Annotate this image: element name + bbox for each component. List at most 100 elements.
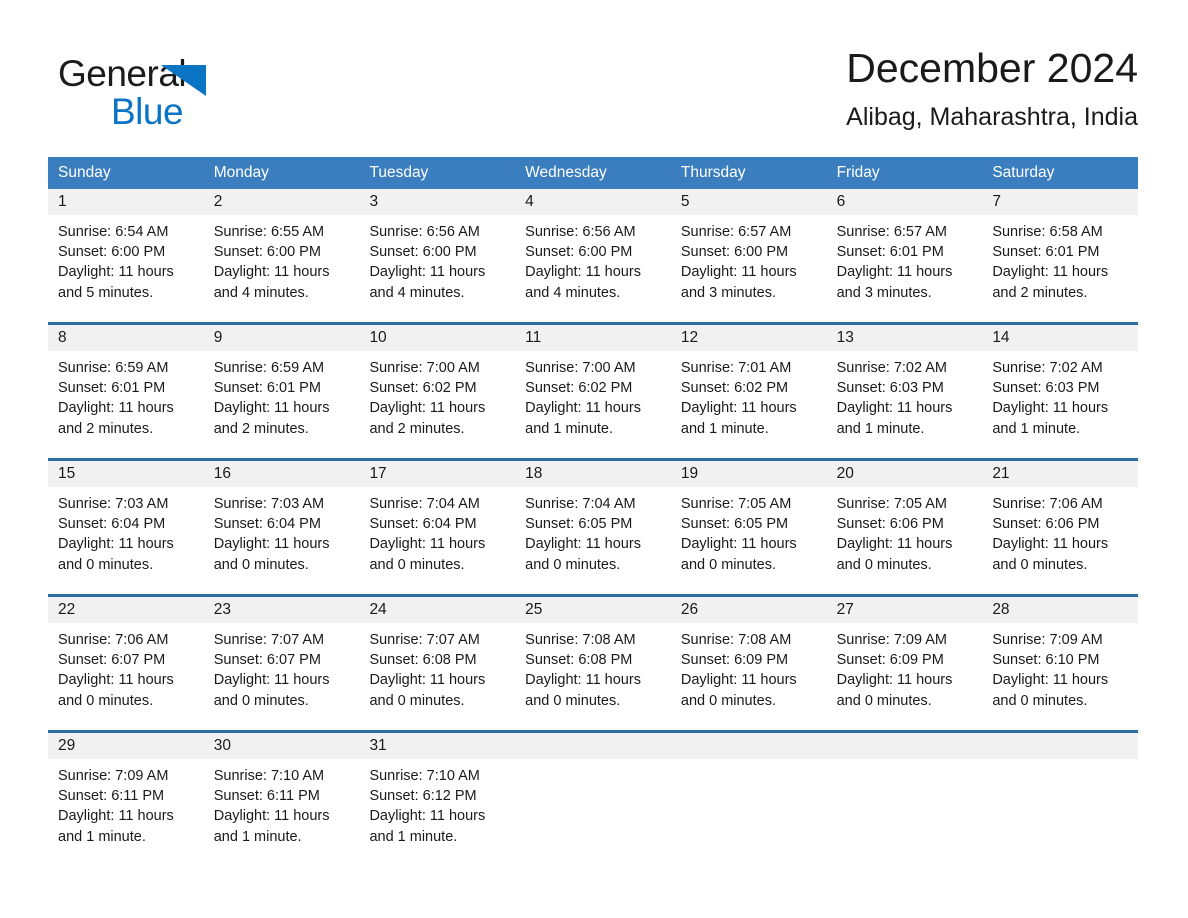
calendar-day-cell-28[interactable]: 28 Sunrise: 7:09 AM Sunset: 6:10 PM Dayl… <box>982 597 1139 721</box>
day-number: 6 <box>826 189 983 215</box>
calendar-day-cell-27[interactable]: 27 Sunrise: 7:09 AM Sunset: 6:09 PM Dayl… <box>826 597 983 721</box>
calendar-day-cell-16[interactable]: 16 Sunrise: 7:03 AM Sunset: 6:04 PM Dayl… <box>203 461 360 585</box>
calendar-day-cell-31[interactable]: 31 Sunrise: 7:10 AM Sunset: 6:12 PM Dayl… <box>359 733 516 857</box>
sunrise-text: Sunrise: 6:59 AM <box>58 360 169 376</box>
calendar-day-cell-12[interactable]: 12 Sunrise: 7:01 AM Sunset: 6:02 PM Dayl… <box>670 325 827 449</box>
daylight-text: Daylight: 11 hours and 1 minute. <box>213 808 330 845</box>
day-number: 7 <box>982 189 1139 215</box>
sunset-text: Sunset: 6:06 PM <box>992 516 1100 533</box>
calendar-day-cell-6[interactable]: 6 Sunrise: 6:57 AM Sunset: 6:01 PM Dayli… <box>826 189 983 313</box>
calendar-day-cell-10[interactable]: 10 Sunrise: 7:00 AM Sunset: 6:02 PM Dayl… <box>359 325 516 449</box>
calendar-day-cell-17[interactable]: 17 Sunrise: 7:04 AM Sunset: 6:04 PM Dayl… <box>359 461 516 585</box>
calendar-day-cell-25[interactable]: 25 Sunrise: 7:08 AM Sunset: 6:08 PM Dayl… <box>515 597 671 721</box>
day-number: 19 <box>670 461 827 487</box>
sunset-text: Sunset: 6:08 PM <box>525 652 633 669</box>
sunrise-text: Sunrise: 7:06 AM <box>992 496 1103 512</box>
calendar-day-cell-26[interactable]: 26 Sunrise: 7:08 AM Sunset: 6:09 PM Dayl… <box>670 597 827 721</box>
calendar-day-cell-8[interactable]: 8 Sunrise: 6:59 AM Sunset: 6:01 PM Dayli… <box>48 325 204 449</box>
daylight-text: Daylight: 11 hours and 4 minutes. <box>369 264 486 301</box>
title-block: December 2024 Alibag, Maharashtra, India <box>846 42 1138 134</box>
sunset-text: Sunset: 6:05 PM <box>680 516 789 533</box>
daylight-text: Daylight: 11 hours and 0 minutes. <box>213 536 330 573</box>
day-details: Sunrise: 7:09 AM Sunset: 6:10 PM Dayligh… <box>982 623 1138 711</box>
calendar-grid: Sunday Monday Tuesday Wednesday Thursday… <box>48 157 1139 857</box>
sunrise-text: Sunrise: 7:00 AM <box>525 360 636 376</box>
weekday-saturday: Saturday <box>992 164 1055 181</box>
calendar-day-cell-9[interactable]: 9 Sunrise: 6:59 AM Sunset: 6:01 PM Dayli… <box>203 325 360 449</box>
weekday-friday: Friday <box>836 164 880 181</box>
day-number <box>826 733 983 759</box>
calendar-day-cell-1[interactable]: 1 Sunrise: 6:54 AM Sunset: 6:00 PM Dayli… <box>48 189 204 313</box>
sunset-text: Sunset: 6:00 PM <box>525 244 633 261</box>
calendar-day-cell-21[interactable]: 21 Sunrise: 7:06 AM Sunset: 6:06 PM Dayl… <box>982 461 1139 585</box>
sunset-text: Sunset: 6:09 PM <box>680 652 789 669</box>
daylight-text: Daylight: 11 hours and 0 minutes. <box>680 536 797 573</box>
day-details: Sunrise: 7:07 AM Sunset: 6:08 PM Dayligh… <box>359 623 515 711</box>
daylight-text: Daylight: 11 hours and 5 minutes. <box>58 264 174 301</box>
calendar-day-cell-18[interactable]: 18 Sunrise: 7:04 AM Sunset: 6:05 PM Dayl… <box>515 461 671 585</box>
calendar-week-row-4: 22 Sunrise: 7:06 AM Sunset: 6:07 PM Dayl… <box>48 594 1139 721</box>
page-title: December 2024 <box>846 45 1138 91</box>
brand-logo[interactable]: General Blue <box>58 52 318 138</box>
sunset-text: Sunset: 6:00 PM <box>680 244 789 261</box>
day-details <box>671 759 827 766</box>
sunrise-text: Sunrise: 6:57 AM <box>836 224 948 240</box>
calendar-day-cell-4[interactable]: 4 Sunrise: 6:56 AM Sunset: 6:00 PM Dayli… <box>515 189 671 313</box>
day-number: 3 <box>359 189 516 215</box>
weekday-monday: Monday <box>213 164 269 181</box>
calendar-day-cell-23[interactable]: 23 Sunrise: 7:07 AM Sunset: 6:07 PM Dayl… <box>203 597 360 721</box>
calendar-day-cell-30[interactable]: 30 Sunrise: 7:10 AM Sunset: 6:11 PM Dayl… <box>203 733 360 857</box>
day-details: Sunrise: 7:05 AM Sunset: 6:05 PM Dayligh… <box>671 487 827 575</box>
day-details: Sunrise: 7:06 AM Sunset: 6:07 PM Dayligh… <box>48 623 204 711</box>
calendar-day-cell-24[interactable]: 24 Sunrise: 7:07 AM Sunset: 6:08 PM Dayl… <box>359 597 516 721</box>
calendar-day-cell-20[interactable]: 20 Sunrise: 7:05 AM Sunset: 6:06 PM Dayl… <box>826 461 983 585</box>
day-details: Sunrise: 7:07 AM Sunset: 6:07 PM Dayligh… <box>204 623 360 711</box>
sunset-text: Sunset: 6:02 PM <box>525 380 633 397</box>
day-details: Sunrise: 7:04 AM Sunset: 6:05 PM Dayligh… <box>515 487 671 575</box>
day-number: 8 <box>48 325 204 351</box>
day-number: 21 <box>982 461 1139 487</box>
daylight-text: Daylight: 11 hours and 2 minutes. <box>58 400 174 437</box>
daylight-text: Daylight: 11 hours and 3 minutes. <box>836 264 953 301</box>
day-details: Sunrise: 6:56 AM Sunset: 6:00 PM Dayligh… <box>359 215 515 303</box>
sunrise-text: Sunrise: 7:10 AM <box>213 768 325 784</box>
day-number: 10 <box>359 325 516 351</box>
calendar-day-cell-15[interactable]: 15 Sunrise: 7:03 AM Sunset: 6:04 PM Dayl… <box>48 461 204 585</box>
weekday-sunday: Sunday <box>58 164 111 181</box>
sunset-text: Sunset: 6:12 PM <box>369 788 477 805</box>
calendar-day-cell-29[interactable]: 29 Sunrise: 7:09 AM Sunset: 6:11 PM Dayl… <box>48 733 204 857</box>
calendar-day-cell-5[interactable]: 5 Sunrise: 6:57 AM Sunset: 6:00 PM Dayli… <box>670 189 827 313</box>
day-number: 12 <box>670 325 827 351</box>
day-details: Sunrise: 7:10 AM Sunset: 6:11 PM Dayligh… <box>204 759 360 847</box>
sunset-text: Sunset: 6:02 PM <box>369 380 477 397</box>
calendar-day-cell-3[interactable]: 3 Sunrise: 6:56 AM Sunset: 6:00 PM Dayli… <box>359 189 516 313</box>
calendar-week-row-1: 1 Sunrise: 6:54 AM Sunset: 6:00 PM Dayli… <box>48 189 1139 313</box>
day-details: Sunrise: 7:03 AM Sunset: 6:04 PM Dayligh… <box>204 487 360 575</box>
location-subtitle: Alibag, Maharashtra, India <box>846 103 1138 131</box>
day-number: 22 <box>48 597 204 623</box>
calendar-day-cell-empty <box>515 733 671 857</box>
sunrise-text: Sunrise: 6:57 AM <box>680 224 792 240</box>
weekday-thursday: Thursday <box>680 164 746 181</box>
calendar-day-cell-empty <box>826 733 983 857</box>
calendar-day-cell-19[interactable]: 19 Sunrise: 7:05 AM Sunset: 6:05 PM Dayl… <box>670 461 827 585</box>
daylight-text: Daylight: 11 hours and 0 minutes. <box>369 536 486 573</box>
calendar-day-cell-14[interactable]: 14 Sunrise: 7:02 AM Sunset: 6:03 PM Dayl… <box>982 325 1139 449</box>
day-details: Sunrise: 6:54 AM Sunset: 6:00 PM Dayligh… <box>48 215 204 303</box>
daylight-text: Daylight: 11 hours and 0 minutes. <box>992 672 1109 709</box>
daylight-text: Daylight: 11 hours and 1 minute. <box>992 400 1109 437</box>
day-details: Sunrise: 7:01 AM Sunset: 6:02 PM Dayligh… <box>671 351 827 439</box>
calendar-day-cell-2[interactable]: 2 Sunrise: 6:55 AM Sunset: 6:00 PM Dayli… <box>203 189 360 313</box>
day-details: Sunrise: 6:59 AM Sunset: 6:01 PM Dayligh… <box>48 351 204 439</box>
sunset-text: Sunset: 6:04 PM <box>369 516 477 533</box>
calendar-day-cell-13[interactable]: 13 Sunrise: 7:02 AM Sunset: 6:03 PM Dayl… <box>826 325 983 449</box>
day-number: 29 <box>48 733 204 759</box>
day-details: Sunrise: 7:03 AM Sunset: 6:04 PM Dayligh… <box>48 487 204 575</box>
sunset-text: Sunset: 6:11 PM <box>213 788 320 805</box>
sunrise-text: Sunrise: 7:04 AM <box>369 496 480 512</box>
calendar-day-cell-22[interactable]: 22 Sunrise: 7:06 AM Sunset: 6:07 PM Dayl… <box>48 597 204 721</box>
calendar-day-cell-11[interactable]: 11 Sunrise: 7:00 AM Sunset: 6:02 PM Dayl… <box>515 325 671 449</box>
day-details: Sunrise: 7:08 AM Sunset: 6:08 PM Dayligh… <box>515 623 671 711</box>
calendar-day-cell-7[interactable]: 7 Sunrise: 6:58 AM Sunset: 6:01 PM Dayli… <box>982 189 1139 313</box>
day-number: 25 <box>515 597 671 623</box>
